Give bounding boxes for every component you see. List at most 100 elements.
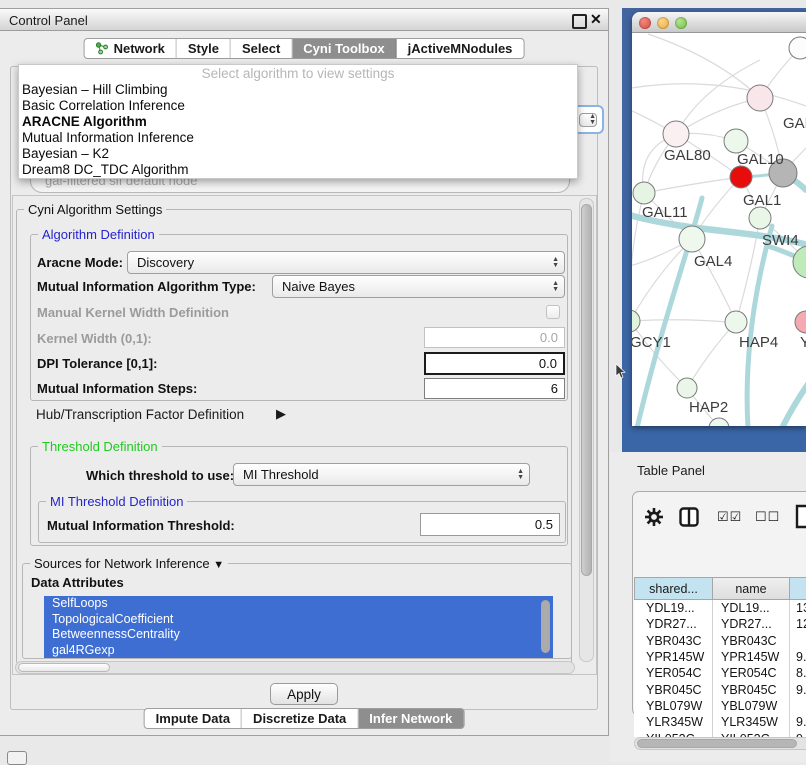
- control-panel-tabs: Network Style Select Cyni Toolbox jActiv…: [84, 38, 525, 59]
- table-row[interactable]: YBR045CYBR045C9.: [634, 681, 806, 697]
- settings-vertical-scrollbar[interactable]: [579, 198, 594, 662]
- tab-discretize-data[interactable]: Discretize Data: [242, 709, 358, 728]
- network-node[interactable]: [789, 37, 806, 59]
- tab-jactivemnodules[interactable]: jActiveMNodules: [397, 39, 524, 58]
- dropdown-item[interactable]: Mutual Information Inference: [19, 130, 577, 146]
- table-row[interactable]: YER054CYER054C8.: [634, 665, 806, 681]
- new-table-icon[interactable]: [795, 504, 806, 529]
- attribute-list-item[interactable]: gal4RGexp: [44, 643, 553, 659]
- mi-threshold-input[interactable]: 0.5: [420, 513, 560, 536]
- tab-infer-network[interactable]: Infer Network: [358, 709, 463, 728]
- table-cell: [790, 698, 806, 714]
- dropdown-item[interactable]: Bayesian – Hill Climbing: [19, 82, 577, 98]
- attributes-scrollbar-thumb[interactable]: [541, 600, 550, 653]
- table-cell: 9.: [790, 714, 806, 730]
- network-node[interactable]: [632, 310, 640, 332]
- kernel-width-input[interactable]: 0.0: [424, 327, 565, 348]
- network-node[interactable]: [747, 85, 773, 111]
- column-header-a[interactable]: A: [790, 577, 806, 600]
- column-header-name[interactable]: name: [713, 577, 790, 600]
- network-canvas[interactable]: GALGAL80GAL10GAL1GAL11SWI4GAL4GCY1HAP4YH…: [632, 33, 806, 426]
- node-label: GCY1: [632, 334, 671, 351]
- node-label: GAL80: [664, 147, 711, 164]
- tab-select[interactable]: Select: [231, 39, 292, 58]
- node-label: GAL4: [694, 253, 732, 270]
- tab-impute-data[interactable]: Impute Data: [145, 709, 242, 728]
- manual-kernel-checkbox[interactable]: [546, 305, 560, 319]
- table-cell: YBL079W: [713, 698, 790, 714]
- hub-definition-label[interactable]: Hub/Transcription Factor Definition: [36, 407, 244, 422]
- table-row[interactable]: YDL19...YDL19...13: [634, 600, 806, 616]
- table-cell: YPR145W: [634, 649, 713, 665]
- network-node[interactable]: [730, 166, 752, 188]
- settings-vertical-scrollbar-thumb[interactable]: [581, 204, 592, 576]
- expanded-arrow-icon[interactable]: ▼: [213, 559, 224, 571]
- collapsed-arrow-icon[interactable]: ▶: [276, 406, 286, 422]
- dropdown-item[interactable]: ARACNE Algorithm: [19, 114, 577, 130]
- table-cell: 9.: [790, 681, 806, 697]
- tab-network[interactable]: Network: [85, 39, 177, 58]
- mi-steps-input[interactable]: 6: [424, 378, 565, 399]
- node-label: HAP2: [689, 399, 728, 416]
- table-row[interactable]: YDR27...YDR27...12: [634, 616, 806, 632]
- network-node[interactable]: [793, 246, 806, 278]
- tab-cyni-toolbox[interactable]: Cyni Toolbox: [292, 39, 396, 58]
- table-panel: Table Panel ☑☑ ☐☐ shared... name A: [610, 452, 806, 762]
- table-cell: 9.: [790, 730, 806, 737]
- table-row[interactable]: YIL052CYIL052C9.: [634, 730, 806, 737]
- table-cell: YLR345W: [634, 714, 713, 730]
- network-node[interactable]: [663, 121, 689, 147]
- network-node[interactable]: [724, 129, 748, 153]
- network-node[interactable]: [677, 378, 697, 398]
- column-header-shared-name[interactable]: shared...: [634, 577, 713, 600]
- network-node[interactable]: [633, 182, 655, 204]
- gear-icon[interactable]: [644, 507, 664, 527]
- minimized-panel-icon[interactable]: [7, 751, 27, 765]
- select-all-checkboxes-icon[interactable]: ☑☑: [717, 509, 742, 525]
- dpi-tolerance-value: 0.0: [539, 356, 557, 371]
- which-threshold-combo[interactable]: MI Threshold ▲▼: [233, 463, 530, 486]
- show-columns-icon[interactable]: [679, 507, 699, 527]
- attribute-list-item[interactable]: BetweennessCentrality: [44, 627, 553, 643]
- combo-stepper-icon: ▲▼: [552, 281, 559, 293]
- attribute-list-item[interactable]: SelfLoops: [44, 596, 553, 612]
- network-node[interactable]: [679, 226, 705, 252]
- network-window-titlebar[interactable]: [632, 12, 806, 33]
- table-row[interactable]: YPR145WYPR145W9.: [634, 649, 806, 665]
- network-edge: [644, 177, 741, 193]
- dpi-tolerance-input[interactable]: 0.0: [424, 352, 565, 375]
- table-row[interactable]: YBR043CYBR043C: [634, 633, 806, 649]
- mi-threshold-value: 0.5: [535, 517, 553, 532]
- attribute-list-item[interactable]: TopologicalCoefficient: [44, 612, 553, 628]
- settings-horizontal-scrollbar-thumb[interactable]: [18, 663, 110, 672]
- table-cell: 9.: [790, 649, 806, 665]
- apply-button[interactable]: Apply: [270, 683, 338, 705]
- network-icon: [96, 42, 109, 55]
- control-panel-titlebar[interactable]: Control Panel ✕: [0, 9, 608, 31]
- node-label: GAL10: [737, 151, 784, 168]
- close-traffic-light-icon[interactable]: [639, 17, 651, 29]
- table-header-row: shared... name A: [634, 577, 806, 600]
- float-window-icon[interactable]: [572, 14, 587, 29]
- network-node[interactable]: [795, 311, 806, 333]
- tab-style[interactable]: Style: [177, 39, 231, 58]
- zoom-traffic-light-icon[interactable]: [675, 17, 687, 29]
- table-cell: YBR045C: [634, 681, 713, 697]
- table-row[interactable]: YLR345WYLR345W9.: [634, 714, 806, 730]
- network-node[interactable]: [725, 311, 747, 333]
- dropdown-item[interactable]: Bayesian – K2: [19, 146, 577, 162]
- close-icon[interactable]: ✕: [590, 11, 602, 28]
- deselect-all-checkboxes-icon[interactable]: ☐☐: [755, 509, 780, 525]
- mi-type-combo[interactable]: Naive Bayes ▲▼: [272, 275, 565, 298]
- settings-horizontal-scrollbar[interactable]: [15, 661, 575, 674]
- network-node[interactable]: [749, 207, 771, 229]
- table-row[interactable]: YBL079WYBL079W: [634, 698, 806, 714]
- dropdown-item[interactable]: Dream8 DC_TDC Algorithm: [19, 162, 577, 178]
- mi-steps-value: 6: [551, 381, 558, 396]
- table-horizontal-scrollbar-thumb[interactable]: [637, 739, 797, 748]
- table-horizontal-scrollbar[interactable]: [634, 737, 806, 750]
- aracne-mode-label: Aracne Mode:: [37, 255, 123, 270]
- aracne-mode-combo[interactable]: Discovery ▲▼: [127, 251, 565, 274]
- dropdown-item[interactable]: Basic Correlation Inference: [19, 98, 577, 114]
- minimize-traffic-light-icon[interactable]: [657, 17, 669, 29]
